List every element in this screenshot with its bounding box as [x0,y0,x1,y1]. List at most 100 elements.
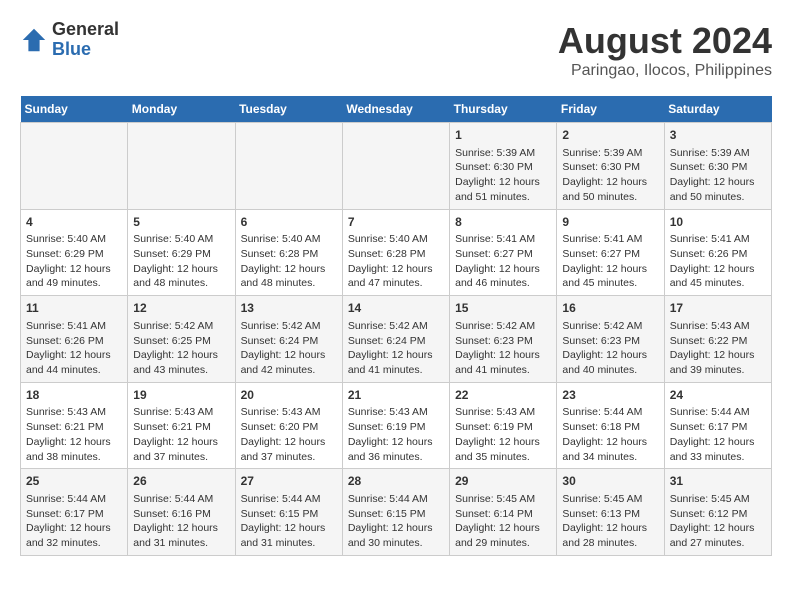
header-day: Monday [128,96,235,123]
calendar-cell: 2 Sunrise: 5:39 AM Sunset: 6:30 PM Daylig… [557,123,664,210]
day-number: 23 [562,387,658,404]
calendar-cell: 7Sunrise: 5:40 AM Sunset: 6:28 PM Daylig… [342,209,449,296]
day-info: Sunrise: 5:39 AM Sunset: 6:30 PM Dayligh… [670,146,766,205]
calendar-cell: 23Sunrise: 5:44 AM Sunset: 6:18 PM Dayli… [557,382,664,469]
day-number: 11 [26,300,122,317]
day-info: Sunrise: 5:39 AM Sunset: 6:30 PM Dayligh… [455,146,551,205]
day-info: Sunrise: 5:39 AM Sunset: 6:30 PM Dayligh… [562,146,658,205]
calendar-cell: 4Sunrise: 5:40 AM Sunset: 6:29 PM Daylig… [21,209,128,296]
calendar-week-row: 1 Sunrise: 5:39 AM Sunset: 6:30 PM Daylig… [21,123,772,210]
day-number: 2 [562,127,658,144]
calendar-cell: 16Sunrise: 5:42 AM Sunset: 6:23 PM Dayli… [557,296,664,383]
day-info: Sunrise: 5:44 AM Sunset: 6:17 PM Dayligh… [670,405,766,464]
day-info: Sunrise: 5:41 AM Sunset: 6:26 PM Dayligh… [26,319,122,378]
day-number: 9 [562,214,658,231]
day-number: 21 [348,387,444,404]
day-info: Sunrise: 5:43 AM Sunset: 6:22 PM Dayligh… [670,319,766,378]
day-info: Sunrise: 5:44 AM Sunset: 6:15 PM Dayligh… [348,492,444,551]
day-info: Sunrise: 5:45 AM Sunset: 6:12 PM Dayligh… [670,492,766,551]
day-number: 18 [26,387,122,404]
day-number: 3 [670,127,766,144]
calendar-cell: 28 Sunrise: 5:44 AM Sunset: 6:15 PM Dayli… [342,469,449,556]
calendar-cell: 10Sunrise: 5:41 AM Sunset: 6:26 PM Dayli… [664,209,771,296]
calendar-cell: 9Sunrise: 5:41 AM Sunset: 6:27 PM Daylig… [557,209,664,296]
day-info: Sunrise: 5:42 AM Sunset: 6:25 PM Dayligh… [133,319,229,378]
calendar-cell: 19Sunrise: 5:43 AM Sunset: 6:21 PM Dayli… [128,382,235,469]
calendar-cell: 14 Sunrise: 5:42 AM Sunset: 6:24 PM Dayli… [342,296,449,383]
calendar-cell: 20Sunrise: 5:43 AM Sunset: 6:20 PM Dayli… [235,382,342,469]
day-number: 15 [455,300,551,317]
day-info: Sunrise: 5:42 AM Sunset: 6:24 PM Dayligh… [348,319,444,378]
header-day: Friday [557,96,664,123]
calendar-cell: 12 Sunrise: 5:42 AM Sunset: 6:25 PM Dayli… [128,296,235,383]
day-number: 30 [562,473,658,490]
page-subtitle: Paringao, Ilocos, Philippines [558,62,772,80]
logo-text: General Blue [52,20,119,60]
day-number: 31 [670,473,766,490]
day-info: Sunrise: 5:43 AM Sunset: 6:21 PM Dayligh… [26,405,122,464]
calendar-cell: 5Sunrise: 5:40 AM Sunset: 6:29 PM Daylig… [128,209,235,296]
calendar-cell: 27 Sunrise: 5:44 AM Sunset: 6:15 PM Dayli… [235,469,342,556]
day-info: Sunrise: 5:45 AM Sunset: 6:14 PM Dayligh… [455,492,551,551]
day-info: Sunrise: 5:40 AM Sunset: 6:28 PM Dayligh… [241,232,337,291]
calendar-table: SundayMondayTuesdayWednesdayThursdayFrid… [20,96,772,556]
day-number: 4 [26,214,122,231]
day-number: 22 [455,387,551,404]
day-info: Sunrise: 5:44 AM Sunset: 6:16 PM Dayligh… [133,492,229,551]
logo: General Blue [20,20,119,60]
day-info: Sunrise: 5:44 AM Sunset: 6:15 PM Dayligh… [241,492,337,551]
page-title: August 2024 [558,20,772,62]
day-number: 16 [562,300,658,317]
day-info: Sunrise: 5:40 AM Sunset: 6:28 PM Dayligh… [348,232,444,291]
day-number: 27 [241,473,337,490]
day-info: Sunrise: 5:41 AM Sunset: 6:26 PM Dayligh… [670,232,766,291]
calendar-cell: 29 Sunrise: 5:45 AM Sunset: 6:14 PM Dayli… [450,469,557,556]
header-day: Wednesday [342,96,449,123]
calendar-week-row: 11 Sunrise: 5:41 AM Sunset: 6:26 PM Dayli… [21,296,772,383]
day-info: Sunrise: 5:43 AM Sunset: 6:19 PM Dayligh… [348,405,444,464]
day-info: Sunrise: 5:43 AM Sunset: 6:20 PM Dayligh… [241,405,337,464]
calendar-cell: 8Sunrise: 5:41 AM Sunset: 6:27 PM Daylig… [450,209,557,296]
day-number: 29 [455,473,551,490]
day-number: 13 [241,300,337,317]
calendar-cell: 18Sunrise: 5:43 AM Sunset: 6:21 PM Dayli… [21,382,128,469]
header-row: SundayMondayTuesdayWednesdayThursdayFrid… [21,96,772,123]
calendar-cell: 17 Sunrise: 5:43 AM Sunset: 6:22 PM Dayli… [664,296,771,383]
day-number: 28 [348,473,444,490]
day-number: 12 [133,300,229,317]
day-number: 14 [348,300,444,317]
calendar-header: SundayMondayTuesdayWednesdayThursdayFrid… [21,96,772,123]
logo-icon [20,26,48,54]
day-info: Sunrise: 5:42 AM Sunset: 6:23 PM Dayligh… [455,319,551,378]
day-info: Sunrise: 5:43 AM Sunset: 6:19 PM Dayligh… [455,405,551,464]
day-number: 5 [133,214,229,231]
calendar-cell: 1 Sunrise: 5:39 AM Sunset: 6:30 PM Daylig… [450,123,557,210]
calendar-week-row: 25Sunrise: 5:44 AM Sunset: 6:17 PM Dayli… [21,469,772,556]
calendar-body: 1 Sunrise: 5:39 AM Sunset: 6:30 PM Daylig… [21,123,772,556]
calendar-cell: 30Sunrise: 5:45 AM Sunset: 6:13 PM Dayli… [557,469,664,556]
day-info: Sunrise: 5:41 AM Sunset: 6:27 PM Dayligh… [455,232,551,291]
calendar-cell [342,123,449,210]
calendar-cell [128,123,235,210]
header-day: Tuesday [235,96,342,123]
calendar-cell: 11 Sunrise: 5:41 AM Sunset: 6:26 PM Dayli… [21,296,128,383]
logo-general: General [52,20,119,40]
calendar-cell: 3 Sunrise: 5:39 AM Sunset: 6:30 PM Daylig… [664,123,771,210]
day-number: 7 [348,214,444,231]
calendar-cell [21,123,128,210]
calendar-week-row: 4Sunrise: 5:40 AM Sunset: 6:29 PM Daylig… [21,209,772,296]
calendar-cell: 31 Sunrise: 5:45 AM Sunset: 6:12 PM Dayli… [664,469,771,556]
day-info: Sunrise: 5:42 AM Sunset: 6:24 PM Dayligh… [241,319,337,378]
day-info: Sunrise: 5:43 AM Sunset: 6:21 PM Dayligh… [133,405,229,464]
header-day: Sunday [21,96,128,123]
calendar-cell: 22Sunrise: 5:43 AM Sunset: 6:19 PM Dayli… [450,382,557,469]
day-number: 17 [670,300,766,317]
day-number: 24 [670,387,766,404]
calendar-cell: 26Sunrise: 5:44 AM Sunset: 6:16 PM Dayli… [128,469,235,556]
calendar-cell: 21Sunrise: 5:43 AM Sunset: 6:19 PM Dayli… [342,382,449,469]
day-info: Sunrise: 5:40 AM Sunset: 6:29 PM Dayligh… [26,232,122,291]
day-number: 25 [26,473,122,490]
header-day: Saturday [664,96,771,123]
header-day: Thursday [450,96,557,123]
day-number: 1 [455,127,551,144]
